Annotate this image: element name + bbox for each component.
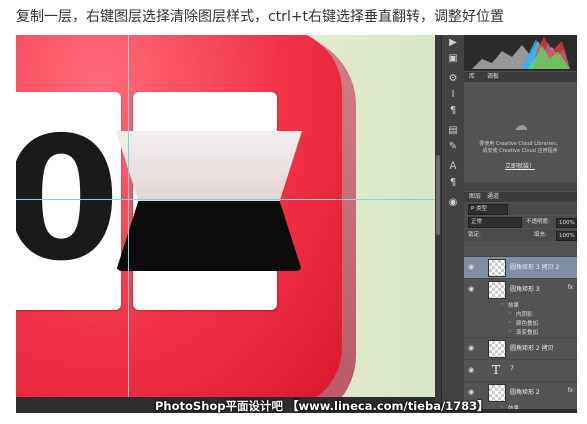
collapsed-panel-icons: ▶ ▣ ⚙ Ⅰ ¶ ▤ ✎ Ａ ¶ ◉: [441, 35, 464, 409]
blend-mode-select[interactable]: 正常: [468, 217, 522, 228]
layer-row[interactable]: ◉ 圆角矩形 2 拷贝: [464, 337, 577, 359]
blend-row: 正常 不透明度: 100%: [464, 216, 577, 228]
layer-name: 圆角矩形 3: [510, 286, 540, 293]
effects-header: ◦ 效果: [464, 300, 577, 309]
watermark-text: PhotoShop平面设计吧 【www.lineca.com/tieba/178…: [155, 399, 489, 413]
paragraph-icon[interactable]: ¶: [447, 105, 459, 117]
paragraph-style-icon[interactable]: ¶: [447, 177, 459, 189]
eye-icon[interactable]: ◉: [468, 388, 476, 396]
tab-libraries[interactable]: 库: [466, 72, 478, 82]
effect-row: ◦ 渐变叠加: [464, 327, 577, 336]
fx-icon[interactable]: fx: [567, 284, 573, 291]
fx-icon[interactable]: fx: [567, 387, 573, 394]
text-layer-icon: T: [488, 362, 504, 378]
effect-eye-icon[interactable]: ◦: [508, 328, 512, 335]
layer-thumbnail: [488, 281, 506, 299]
opacity-input[interactable]: 100%: [556, 218, 577, 228]
effect-name: 颜色叠加: [516, 321, 539, 327]
eye-icon[interactable]: ◉: [468, 285, 476, 293]
effect-row: ◦ 内阴影: [464, 309, 577, 318]
lock-label: 锁定:: [468, 232, 481, 238]
tab-adjustments[interactable]: 调板: [484, 72, 502, 82]
right-panels: 库 调板 ☁ 要使用 Creative Cloud Libraries， 请安装…: [464, 35, 577, 409]
eye-icon[interactable]: ◉: [468, 344, 476, 352]
info-icon[interactable]: Ⅰ: [447, 89, 459, 101]
cc-bottom-bar: [464, 182, 577, 191]
effect-eye-icon[interactable]: ◦: [500, 301, 504, 308]
effects-label: 效果: [508, 303, 520, 309]
adjust-icon[interactable]: ⚙: [447, 73, 459, 85]
eye-icon[interactable]: ◉: [468, 263, 476, 271]
cc-message-line2: 请安装 Creative Cloud 应用程序: [482, 148, 558, 154]
tab-channels[interactable]: 通道: [484, 192, 502, 202]
effect-row: ◦ 颜色叠加: [464, 318, 577, 327]
cc-libraries-panel: ☁ 要使用 Creative Cloud Libraries， 请安装 Crea…: [464, 82, 577, 192]
tutorial-caption: 复制一层，右键图层选择清除图层样式，ctrl+t右键选择垂直翻转，调整好位置: [16, 9, 505, 25]
fill-input[interactable]: 100%: [556, 231, 577, 241]
fill-label: 填充:: [534, 232, 547, 238]
flip-panel-top: [116, 131, 302, 201]
3d-icon[interactable]: ◉: [447, 197, 459, 209]
layer-name: 圆角矩形 2: [510, 389, 540, 396]
layer-name: 圆角矩形 3 拷贝 2: [510, 264, 560, 271]
horizontal-guide[interactable]: [16, 199, 435, 200]
scroll-thumb[interactable]: [436, 155, 440, 235]
creative-cloud-icon: ☁: [514, 118, 528, 134]
effect-eye-icon[interactable]: ◦: [508, 319, 512, 326]
layer-row[interactable]: ◉ 圆角矩形 3 fx: [464, 278, 577, 300]
effect-name: 内阴影: [516, 312, 533, 318]
opacity-label: 不透明度:: [526, 219, 550, 225]
layer-name: 圆角矩形 2 拷贝: [510, 345, 554, 352]
effect-eye-icon[interactable]: ◦: [508, 310, 512, 317]
digit-zero: 0: [16, 101, 121, 299]
brush-icon[interactable]: ✎: [447, 141, 459, 153]
layers-tabs: 图层 通道: [464, 192, 577, 202]
layer-filter-row: P 类型: [464, 203, 577, 215]
lock-row: 锁定: 填充: 100%: [464, 229, 577, 241]
layer-row[interactable]: ◉ T 7: [464, 359, 577, 381]
layer-thumbnail: [488, 259, 506, 277]
histogram-panel: [464, 35, 577, 71]
layer-row[interactable]: ◉ 圆角矩形 3 拷贝 2: [464, 256, 577, 278]
cc-message-line1: 要使用 Creative Cloud Libraries，: [479, 141, 561, 147]
flip-panel-bottom-flipped: [116, 201, 302, 271]
play-icon[interactable]: ▶: [447, 37, 459, 49]
document-canvas[interactable]: 0: [16, 35, 435, 409]
tab-layers[interactable]: 图层: [466, 192, 484, 202]
layer-thumbnail: [488, 340, 506, 358]
swatches-icon[interactable]: ▤: [447, 125, 459, 137]
cc-install-link[interactable]: 立即就装！: [470, 161, 570, 170]
vertical-guide[interactable]: [128, 35, 129, 409]
histogram-graph: [472, 37, 570, 69]
eye-icon[interactable]: ◉: [468, 366, 476, 374]
history-icon[interactable]: ▣: [447, 53, 459, 65]
effect-name: 渐变叠加: [516, 330, 539, 336]
layer-name: 7: [510, 365, 514, 372]
library-tabs: 库 调板: [464, 72, 577, 82]
layer-filter-select[interactable]: P 类型: [468, 204, 508, 215]
character-icon[interactable]: Ａ: [447, 161, 459, 173]
